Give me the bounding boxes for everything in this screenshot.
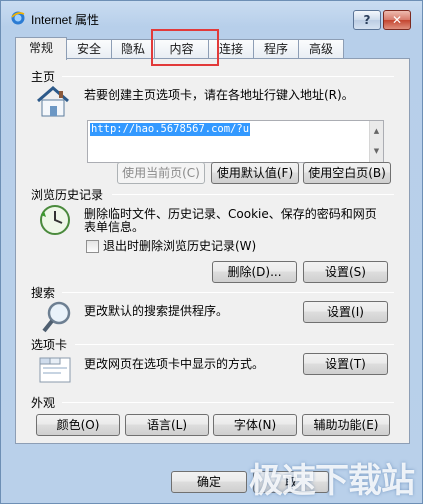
homepage-url-textarea[interactable]: http://hao.5678567.com/?u ▲ ▼ [87, 120, 384, 163]
use-default-button[interactable]: 使用默认值(F) [211, 162, 299, 184]
tabs-settings-button[interactable]: 设置(T) [303, 353, 388, 375]
highlight-box [151, 29, 219, 66]
appearance-divider [62, 402, 394, 403]
search-description: 更改默认的搜索提供程序。 [84, 304, 229, 318]
homepage-url-value: http://hao.5678567.com/?u [90, 123, 251, 136]
ok-button[interactable]: 确定 [171, 471, 247, 493]
home-icon [37, 86, 69, 117]
homepage-description: 若要创建主页选项卡，请在各地址行键入地址(R)。 [84, 88, 354, 102]
use-blank-button[interactable]: 使用空白页(B) [303, 162, 391, 184]
close-button[interactable]: ✕ [383, 10, 411, 30]
tabs-divider [75, 344, 394, 345]
general-tab-panel: 主页 若要创建主页选项卡，请在各地址行键入地址(R)。 http://hao.5… [15, 58, 410, 444]
search-settings-button[interactable]: 设置(I) [303, 301, 388, 323]
tab-security[interactable]: 安全 [66, 39, 112, 59]
tabs-icon [39, 357, 71, 383]
clock-history-icon [40, 205, 70, 235]
homepage-divider [62, 76, 394, 77]
tabs-section-title: 选项卡 [31, 338, 68, 352]
tab-privacy[interactable]: 隐私 [111, 39, 155, 59]
internet-options-window: Internet 属性 ? ✕ 常规 安全 隐私 内容 连接 程序 高级 主页 … [0, 0, 423, 504]
help-button[interactable]: ? [353, 10, 381, 30]
fonts-button[interactable]: 字体(N) [213, 414, 297, 436]
delete-on-exit-label[interactable]: 退出时删除浏览历史记录(W) [103, 239, 256, 254]
colors-button[interactable]: 颜色(O) [36, 414, 120, 436]
languages-button[interactable]: 语言(L) [125, 414, 209, 436]
search-divider [62, 292, 394, 293]
history-settings-button[interactable]: 设置(S) [303, 261, 388, 283]
use-current-button[interactable]: 使用当前页(C) [117, 162, 205, 184]
history-description-line2: 表单信息。 [84, 220, 145, 234]
homepage-section-title: 主页 [31, 70, 56, 84]
delete-on-exit-checkbox[interactable] [86, 240, 99, 253]
tabs-description: 更改网页在选项卡中显示的方式。 [84, 357, 265, 371]
scroll-down-icon[interactable]: ▼ [370, 141, 383, 161]
scroll-up-icon[interactable]: ▲ [370, 121, 383, 141]
search-icon [42, 301, 71, 333]
internet-explorer-icon [11, 11, 25, 25]
delete-history-button[interactable]: 删除(D)... [212, 261, 297, 283]
history-section-title: 浏览历史记录 [31, 188, 104, 202]
accessibility-button[interactable]: 辅助功能(E) [302, 414, 390, 436]
appearance-section-title: 外观 [31, 396, 56, 410]
url-scrollbar[interactable]: ▲ ▼ [369, 121, 383, 162]
window-title: Internet 属性 [31, 13, 100, 27]
history-divider [112, 194, 394, 195]
tab-programs[interactable]: 程序 [253, 39, 299, 59]
search-section-title: 搜索 [31, 286, 56, 300]
watermark-logo: 极速下载站 [249, 461, 415, 501]
tab-general[interactable]: 常规 [15, 37, 67, 60]
tab-advanced[interactable]: 高级 [298, 39, 344, 59]
